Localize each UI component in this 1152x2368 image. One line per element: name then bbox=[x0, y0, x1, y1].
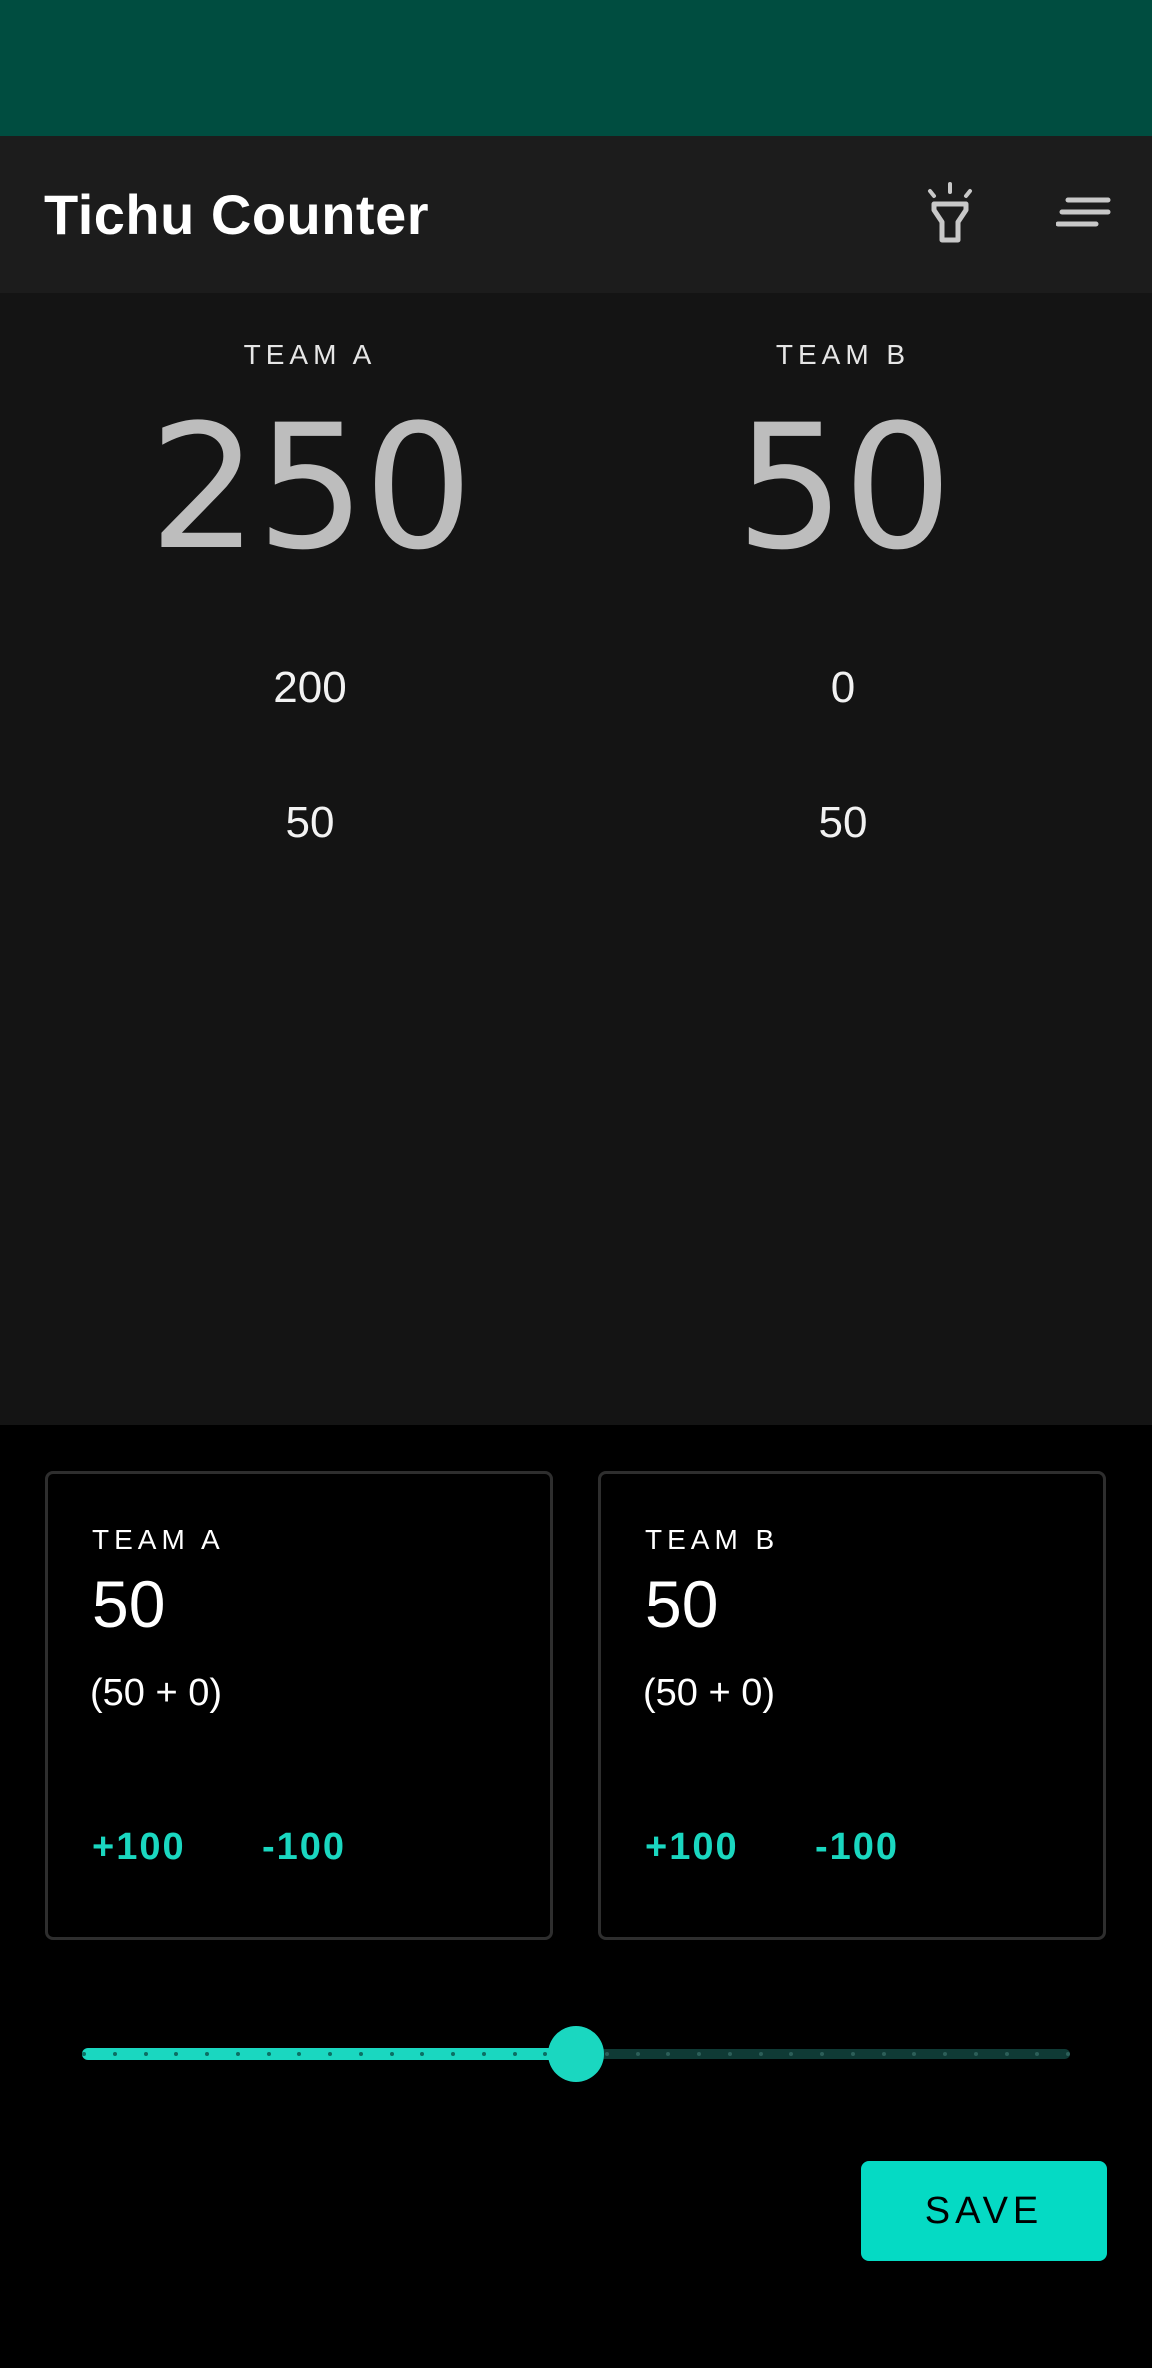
slider-tick bbox=[604, 2052, 609, 2056]
menu-button[interactable] bbox=[1044, 174, 1124, 254]
team-b-entry-card: TEAM B 50 (50 + 0) +100 -100 bbox=[598, 1471, 1106, 1940]
score-slider[interactable] bbox=[82, 2026, 1070, 2082]
slider-tick bbox=[297, 2052, 302, 2056]
status-bar bbox=[0, 0, 1152, 136]
team-b-plus-100-button[interactable]: +100 bbox=[645, 1826, 739, 1869]
slider-tick bbox=[789, 2052, 794, 2056]
slider-tick bbox=[666, 2052, 671, 2056]
team-b-round-2[interactable]: 50 bbox=[528, 798, 1152, 848]
team-a-card-score: 50 bbox=[92, 1567, 166, 1641]
slider-tick bbox=[912, 2052, 917, 2056]
team-b-total-score: 50 bbox=[735, 387, 953, 588]
slider-tick bbox=[235, 2052, 240, 2056]
slider-tick bbox=[820, 2052, 824, 2056]
team-a-minus-100-button[interactable]: -100 bbox=[262, 1826, 346, 1869]
flashlight-icon bbox=[928, 182, 972, 243]
team-b-minus-100-button[interactable]: -100 bbox=[815, 1826, 899, 1869]
slider-tick bbox=[174, 2052, 179, 2056]
slider-tick bbox=[727, 2052, 732, 2056]
slider-tick bbox=[512, 2052, 517, 2056]
team-b-card-score: 50 bbox=[645, 1567, 719, 1641]
slider-tick bbox=[850, 2052, 855, 2056]
slider-thumb[interactable] bbox=[548, 2026, 604, 2082]
flashlight-button[interactable] bbox=[910, 174, 990, 254]
slider-tick bbox=[1035, 2052, 1040, 2056]
app-bar: Tichu Counter bbox=[0, 136, 1152, 293]
team-a-column: TEAM A 250 200 50 bbox=[0, 293, 620, 1425]
slider-tick bbox=[205, 2052, 209, 2056]
slider-tick bbox=[1066, 2052, 1070, 2056]
slider-tick bbox=[358, 2052, 363, 2056]
team-b-label: TEAM B bbox=[775, 339, 911, 370]
slider-tick bbox=[328, 2052, 332, 2056]
team-a-round-2[interactable]: 50 bbox=[0, 798, 620, 848]
slider-tick bbox=[420, 2052, 425, 2056]
app-title: Tichu Counter bbox=[44, 183, 430, 246]
slider-tick bbox=[143, 2052, 148, 2056]
team-a-label: TEAM A bbox=[243, 339, 377, 370]
team-a-total-score: 250 bbox=[148, 387, 473, 588]
team-a-card-label: TEAM A bbox=[92, 1524, 225, 1555]
slider-tick bbox=[451, 2052, 455, 2056]
slider-tick bbox=[943, 2052, 947, 2056]
team-b-card-label: TEAM B bbox=[645, 1524, 780, 1555]
slider-tick bbox=[112, 2052, 117, 2056]
team-b-card-breakdown: (50 + 0) bbox=[643, 1672, 776, 1714]
slider-tick bbox=[758, 2052, 763, 2056]
team-a-card-breakdown: (50 + 0) bbox=[90, 1672, 223, 1714]
slider-tick bbox=[82, 2052, 86, 2056]
slider-tick bbox=[1004, 2052, 1009, 2056]
score-history: TEAM A 250 200 50 TEAM B 50 0 50 bbox=[0, 293, 1152, 1425]
team-b-column: TEAM B 50 0 50 bbox=[528, 293, 1152, 1425]
slider-tick bbox=[635, 2052, 640, 2056]
team-b-round-1[interactable]: 0 bbox=[528, 663, 1152, 713]
slider-tick bbox=[881, 2052, 886, 2056]
menu-icon bbox=[1056, 197, 1111, 227]
slider-tick bbox=[697, 2052, 701, 2056]
slider-tick bbox=[973, 2052, 978, 2056]
slider-tick bbox=[389, 2052, 394, 2056]
team-a-round-1[interactable]: 200 bbox=[0, 663, 620, 713]
team-a-plus-100-button[interactable]: +100 bbox=[92, 1826, 186, 1869]
slider-tick bbox=[481, 2052, 486, 2056]
slider-tick bbox=[266, 2052, 271, 2056]
slider-tick bbox=[543, 2052, 548, 2056]
save-button[interactable]: SAVE bbox=[861, 2161, 1107, 2261]
team-a-entry-card: TEAM A 50 (50 + 0) +100 -100 bbox=[45, 1471, 553, 1940]
